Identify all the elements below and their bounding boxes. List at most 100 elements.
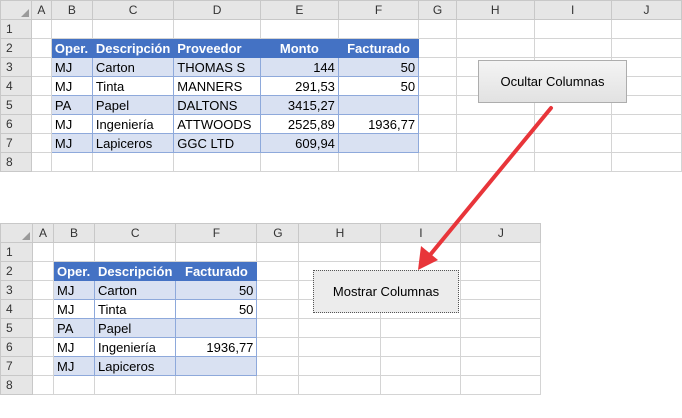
cell[interactable] [256, 318, 300, 338]
column-header-a[interactable]: A [32, 223, 54, 243]
cell[interactable] [173, 152, 261, 172]
table-cell-descripcion[interactable]: Carton [93, 280, 177, 300]
cell[interactable] [455, 114, 535, 134]
column-header-f[interactable]: F [337, 0, 420, 20]
cell[interactable] [256, 261, 300, 281]
cell[interactable] [256, 337, 300, 357]
cell[interactable] [380, 318, 462, 338]
column-header-g[interactable]: G [256, 223, 300, 243]
cell[interactable] [256, 299, 300, 319]
row-header-5[interactable]: 5 [0, 318, 33, 338]
cell[interactable] [455, 133, 535, 153]
row-header-1[interactable]: 1 [0, 242, 33, 262]
cell[interactable] [32, 356, 54, 376]
table-cell-facturado[interactable] [337, 95, 420, 115]
cell[interactable] [50, 152, 93, 172]
cell[interactable] [53, 375, 95, 395]
cell[interactable] [30, 76, 52, 96]
table-cell-monto[interactable]: 2525,89 [259, 114, 339, 134]
table-cell-proveedor[interactable]: DALTONS [173, 95, 261, 115]
cell[interactable] [256, 280, 300, 300]
table-cell-oper[interactable]: PA [53, 318, 95, 338]
column-header-c[interactable]: C [93, 223, 177, 243]
cell[interactable] [32, 375, 54, 395]
column-header-c[interactable]: C [91, 0, 175, 20]
cell[interactable] [418, 57, 457, 77]
cell[interactable] [30, 152, 52, 172]
row-header-2[interactable]: 2 [0, 38, 32, 58]
cell[interactable] [91, 19, 175, 39]
cell[interactable] [32, 299, 54, 319]
table-header-monto[interactable]: Monto [259, 38, 339, 58]
column-header-i[interactable]: I [380, 223, 462, 243]
table-cell-descripcion[interactable]: Papel [93, 318, 177, 338]
table-cell-facturado[interactable] [175, 356, 258, 376]
column-header-e[interactable]: E [259, 0, 339, 20]
row-header-4[interactable]: 4 [0, 299, 33, 319]
table-cell-monto[interactable]: 3415,27 [259, 95, 339, 115]
cell[interactable] [30, 19, 52, 39]
table-cell-oper[interactable]: MJ [53, 337, 95, 357]
cell[interactable] [610, 133, 682, 153]
cell[interactable] [610, 152, 682, 172]
cell[interactable] [32, 261, 54, 281]
cell[interactable] [32, 318, 54, 338]
cell[interactable] [256, 356, 300, 376]
column-header-j[interactable]: J [460, 223, 542, 243]
cell[interactable] [418, 38, 457, 58]
cell[interactable] [610, 38, 682, 58]
table-header-facturado[interactable]: Facturado [337, 38, 420, 58]
cell[interactable] [173, 19, 261, 39]
table-cell-facturado[interactable]: 50 [175, 299, 258, 319]
cell[interactable] [460, 356, 542, 376]
show-columns-button[interactable]: Mostrar Columnas [313, 270, 459, 313]
cell[interactable] [380, 356, 462, 376]
cell[interactable] [53, 242, 95, 262]
cell[interactable] [460, 337, 542, 357]
table-header-descripcion[interactable]: Descripción [93, 261, 177, 281]
table-cell-facturado[interactable]: 50 [337, 76, 420, 96]
row-header-7[interactable]: 7 [0, 133, 32, 153]
cell[interactable] [30, 38, 52, 58]
row-header-7[interactable]: 7 [0, 356, 33, 376]
table-cell-facturado[interactable]: 1936,77 [337, 114, 420, 134]
cell[interactable] [460, 280, 542, 300]
cell[interactable] [337, 19, 420, 39]
cell[interactable] [418, 152, 457, 172]
table-cell-proveedor[interactable]: ATTWOODS [173, 114, 261, 134]
table-cell-descripcion[interactable]: Papel [91, 95, 175, 115]
cell[interactable] [298, 375, 382, 395]
row-header-3[interactable]: 3 [0, 280, 33, 300]
table-cell-proveedor[interactable]: MANNERS [173, 76, 261, 96]
row-header-4[interactable]: 4 [0, 76, 32, 96]
cell[interactable] [93, 375, 177, 395]
cell[interactable] [455, 19, 535, 39]
cell[interactable] [32, 337, 54, 357]
cell[interactable] [298, 337, 382, 357]
cell[interactable] [610, 114, 682, 134]
row-header-2[interactable]: 2 [0, 261, 33, 281]
table-cell-oper[interactable]: MJ [50, 133, 93, 153]
cell[interactable] [533, 133, 612, 153]
cell[interactable] [32, 242, 54, 262]
cell[interactable] [259, 19, 339, 39]
table-cell-descripcion[interactable]: Carton [91, 57, 175, 77]
table-cell-oper[interactable]: MJ [53, 280, 95, 300]
table-cell-descripcion[interactable]: Ingeniería [91, 114, 175, 134]
row-header-8[interactable]: 8 [0, 375, 33, 395]
cell[interactable] [337, 152, 420, 172]
table-cell-facturado[interactable] [175, 318, 258, 338]
cell[interactable] [30, 114, 52, 134]
table-cell-oper[interactable]: MJ [53, 299, 95, 319]
column-header-i[interactable]: I [533, 0, 612, 20]
row-header-5[interactable]: 5 [0, 95, 32, 115]
column-header-b[interactable]: B [50, 0, 93, 20]
table-header-oper[interactable]: Oper. [53, 261, 95, 281]
column-header-f[interactable]: F [175, 223, 258, 243]
cell[interactable] [298, 242, 382, 262]
cell[interactable] [455, 38, 535, 58]
cell[interactable] [30, 57, 52, 77]
column-header-a[interactable]: A [30, 0, 52, 20]
cell[interactable] [175, 375, 258, 395]
cell[interactable] [30, 133, 52, 153]
